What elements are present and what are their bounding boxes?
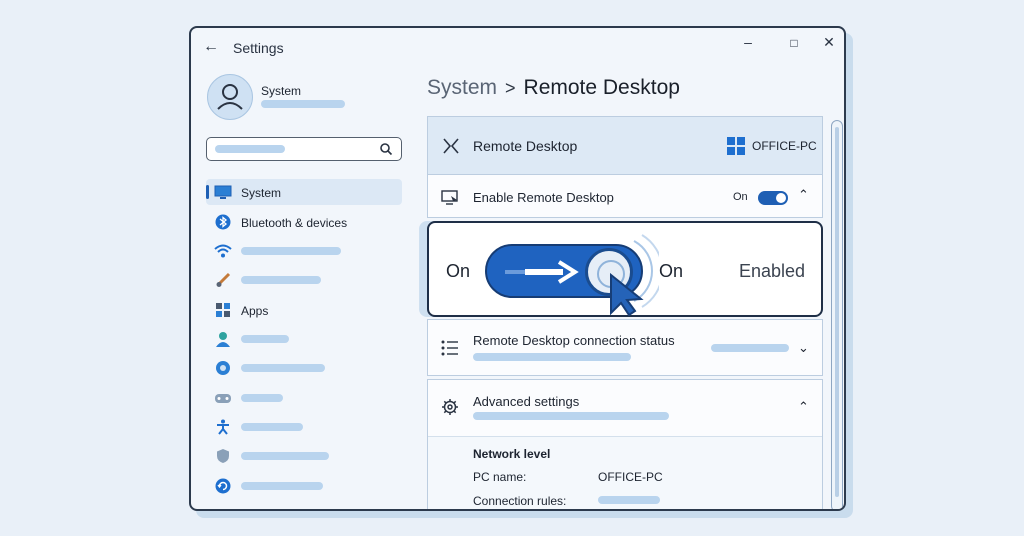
scrollbar-thumb[interactable]: [835, 127, 839, 497]
sidebar-item-gaming[interactable]: [206, 385, 402, 411]
advanced-subtext-placeholder: [473, 412, 669, 420]
chevron-down-icon[interactable]: ⌄: [798, 340, 809, 356]
accessibility-icon: [214, 418, 232, 436]
remote-desktop-icon: [443, 138, 459, 154]
sidebar-item-label: Apps: [241, 304, 269, 318]
title-bar: ← Settings – □ ✕: [191, 28, 844, 68]
callout-status-label: Enabled: [739, 261, 806, 281]
maximize-icon[interactable]: □: [783, 36, 805, 50]
apps-icon: [214, 301, 232, 319]
sidebar-item-personalization[interactable]: [206, 267, 402, 293]
sidebar-item-label-placeholder: [241, 394, 283, 402]
user-name: System: [261, 84, 302, 98]
callout-label-right: On: [659, 261, 684, 281]
connection-status-label: Remote Desktop connection status: [473, 333, 675, 348]
pc-name-label: PC name:: [473, 470, 527, 484]
update-icon: [214, 477, 232, 495]
chevron-up-icon[interactable]: ⌃: [798, 187, 809, 203]
scrollbar[interactable]: [831, 120, 843, 509]
connection-status-row[interactable]: Remote Desktop connection status ⌄: [427, 319, 823, 376]
sidebar-item-time-language[interactable]: [206, 355, 402, 381]
sidebar-item-label-placeholder: [241, 364, 325, 372]
pc-name: OFFICE-PC: [752, 139, 817, 153]
sidebar-item-privacy[interactable]: [206, 443, 402, 469]
arrow-right-icon: [505, 260, 579, 284]
bluetooth-icon: [214, 213, 232, 231]
toggle-callout: On On Enabled: [427, 221, 823, 317]
sidebar-item-label-placeholder: [241, 423, 303, 431]
person-icon: [217, 84, 243, 110]
sidebar-item-label-placeholder: [241, 482, 323, 490]
status-value-placeholder: [711, 344, 789, 352]
gamepad-icon: [214, 389, 232, 407]
enable-remote-desktop-label: Enable Remote Desktop: [473, 190, 614, 205]
status-subtext-placeholder: [473, 353, 631, 361]
person-icon: [214, 330, 232, 348]
sidebar-item-windows-update[interactable]: [206, 473, 402, 499]
connection-rules-value-placeholder: [598, 496, 660, 504]
sidebar-item-label-placeholder: [241, 276, 321, 284]
monitor-icon: [214, 183, 232, 201]
sidebar-item-label-placeholder: [241, 335, 289, 343]
sidebar-item-label-placeholder: [241, 452, 329, 460]
advanced-details-panel: Network level PC name: OFFICE-PC Connect…: [428, 436, 822, 509]
chevron-up-icon[interactable]: ⌃: [798, 399, 809, 415]
gear-icon: [442, 399, 458, 415]
sidebar-item-accounts[interactable]: [206, 326, 402, 352]
remote-desktop-header-card: Remote Desktop OFFICE-PC: [427, 116, 823, 174]
advanced-settings-title[interactable]: Advanced settings: [473, 394, 579, 409]
globe-icon: [214, 359, 232, 377]
search-input[interactable]: [206, 137, 402, 161]
wifi-icon: [214, 242, 232, 260]
mouse-cursor-icon: [610, 273, 644, 317]
sidebar-item-label-placeholder: [241, 247, 341, 255]
search-placeholder: [215, 145, 285, 153]
sidebar-item-bluetooth[interactable]: Bluetooth & devices: [206, 209, 402, 235]
enable-remote-desktop-toggle[interactable]: [758, 191, 788, 205]
user-email-placeholder: [261, 100, 345, 108]
minimize-icon[interactable]: –: [737, 34, 759, 50]
pc-name-value: OFFICE-PC: [598, 470, 663, 484]
avatar[interactable]: [207, 74, 253, 120]
selection-indicator: [206, 185, 209, 199]
search-icon: [380, 143, 393, 156]
breadcrumb: System > Remote Desktop: [427, 76, 680, 100]
enable-remote-desktop-row[interactable]: Enable Remote Desktop On ⌃: [427, 174, 823, 218]
network-level-heading: Network level: [473, 447, 551, 461]
sidebar-item-accessibility[interactable]: [206, 414, 402, 440]
remote-pc-icon: [441, 190, 458, 205]
toggle-state-label: On: [733, 191, 748, 203]
connection-rules-label: Connection rules:: [473, 494, 567, 508]
list-icon: [441, 340, 458, 356]
sidebar-item-apps[interactable]: Apps: [206, 297, 402, 323]
sidebar-item-system[interactable]: System: [206, 179, 402, 205]
sidebar-item-label: Bluetooth & devices: [241, 216, 348, 230]
advanced-settings-card: Advanced settings ⌃ Network level PC nam…: [427, 379, 823, 509]
breadcrumb-separator: >: [505, 78, 516, 98]
close-icon[interactable]: ✕: [818, 34, 840, 51]
page-title: Remote Desktop: [523, 76, 680, 99]
shield-icon: [214, 447, 232, 465]
sidebar-item-network[interactable]: [206, 238, 402, 264]
callout-label-left: On: [446, 261, 471, 281]
breadcrumb-parent[interactable]: System: [427, 76, 497, 99]
back-arrow-icon[interactable]: ←: [203, 38, 219, 56]
brush-icon: [214, 271, 232, 289]
windows-logo-icon: [727, 137, 745, 155]
settings-window: ← Settings – □ ✕ System System Bluetooth…: [189, 26, 846, 511]
app-title: Settings: [233, 40, 284, 56]
header-card-title: Remote Desktop: [473, 138, 578, 154]
sidebar-item-label: System: [241, 186, 282, 200]
